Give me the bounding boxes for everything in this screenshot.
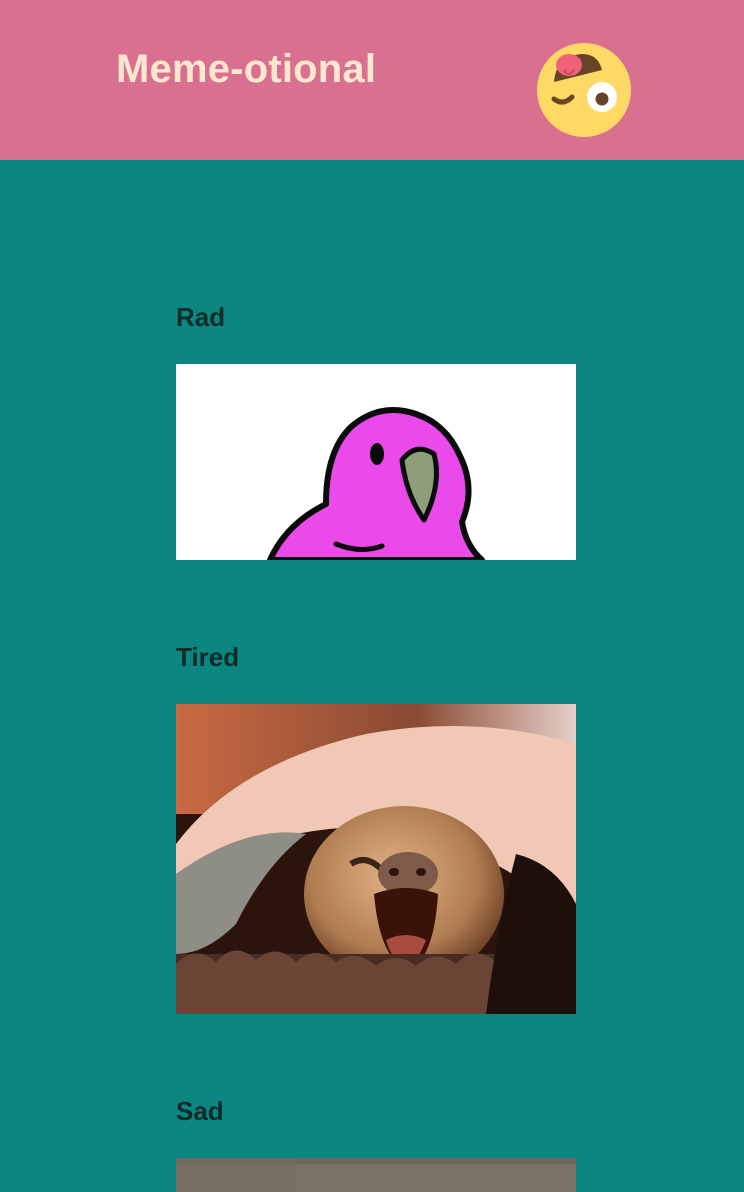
section-heading-sad: Sad <box>176 1096 224 1126</box>
section-heading-rad: Rad <box>176 302 226 332</box>
sad-image <box>176 1158 576 1192</box>
winking-face-with-tongue-icon <box>537 43 631 137</box>
yawning-sloth-image <box>176 704 576 1014</box>
site-title: Meme-otional <box>116 47 377 91</box>
site-header: Meme-otional <box>0 0 744 160</box>
section-heading-tired: Tired <box>176 642 240 672</box>
party-parrot-image <box>176 364 576 560</box>
